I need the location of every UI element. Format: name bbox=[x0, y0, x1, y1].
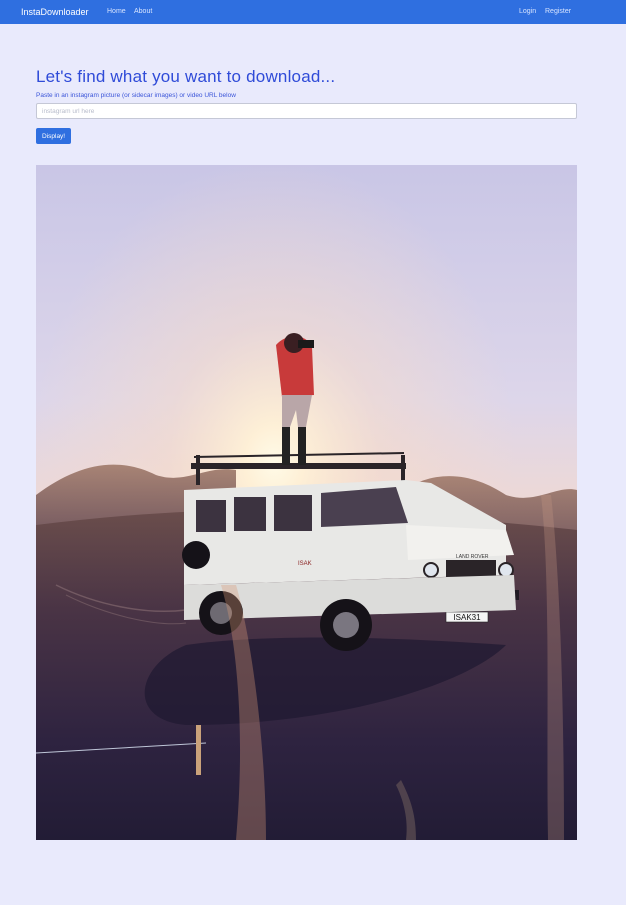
nav-login-link[interactable]: Login bbox=[519, 0, 536, 24]
door-text: ISAK bbox=[298, 561, 312, 567]
display-button[interactable]: Display! bbox=[36, 128, 72, 144]
fence-post bbox=[196, 725, 201, 775]
page-title: Let's find what you want to download... bbox=[36, 67, 336, 86]
top-navbar: InstaDownloader Home About Login Registe… bbox=[0, 0, 626, 24]
preview-image: ISAK31 ISAK LAND ROVER bbox=[36, 165, 577, 840]
license-plate-text: ISAK31 bbox=[453, 613, 481, 622]
nav-about-link[interactable]: About bbox=[134, 0, 152, 24]
brand-link[interactable]: InstaDownloader bbox=[21, 0, 89, 24]
instagram-url-input[interactable] bbox=[36, 103, 577, 119]
nav-home-link[interactable]: Home bbox=[107, 0, 126, 24]
help-text: Paste in an instagram picture (or sideca… bbox=[36, 92, 236, 99]
download-form: Let's find what you want to download... … bbox=[36, 66, 577, 144]
nav-register-link[interactable]: Register bbox=[545, 0, 571, 24]
hood-text: LAND ROVER bbox=[456, 554, 489, 560]
